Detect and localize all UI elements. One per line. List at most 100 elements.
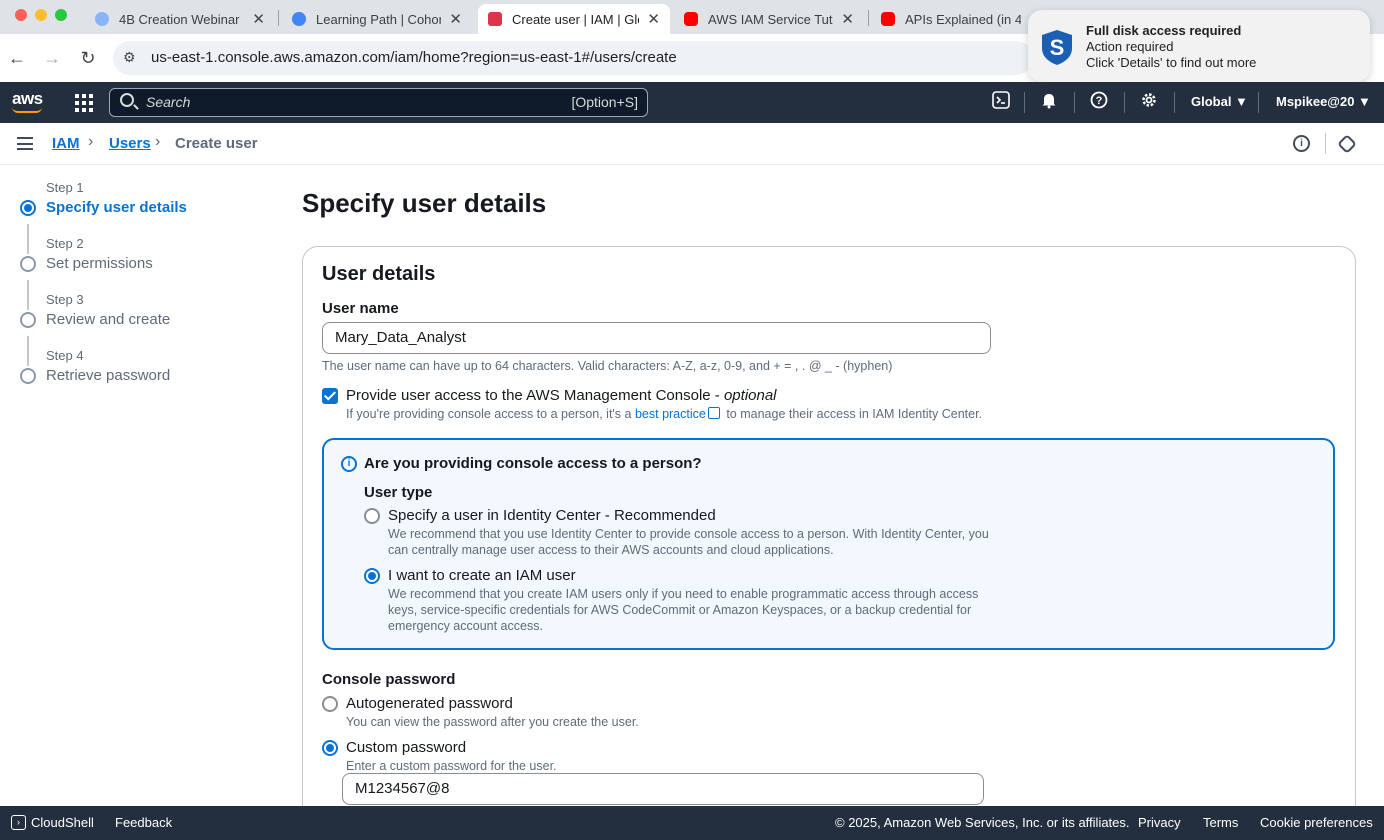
cloudshell-icon[interactable] [990, 91, 1012, 113]
cookie-preferences-link[interactable]: Cookie preferences [1260, 815, 1373, 830]
tab-close-icon[interactable]: ✕ [252, 10, 265, 28]
iam-user-desc: keys, service-specific credentials for A… [388, 603, 972, 617]
account-menu[interactable]: Mspikee@20 ▼ [1276, 94, 1371, 109]
identity-center-desc: can centrally manage user access to thei… [388, 543, 834, 557]
svg-text:?: ? [1096, 95, 1103, 107]
console-access-hint: If you're providing console access to a … [346, 407, 982, 421]
search-input[interactable]: Search [Option+S] [109, 88, 648, 117]
youtube-favicon-icon [881, 12, 895, 26]
window-zoom-button[interactable] [55, 9, 67, 21]
webinar-favicon-icon [95, 12, 109, 26]
step-label: Step 2 [46, 236, 84, 251]
step-3-title: Review and create [46, 311, 171, 328]
system-notification[interactable]: S Full disk access required Action requi… [1028, 10, 1370, 82]
custom-password-radio[interactable] [322, 740, 338, 756]
step-1-title[interactable]: Specify user details [46, 199, 187, 216]
svg-text:S: S [1050, 35, 1065, 60]
nav-divider [1124, 92, 1125, 113]
iam-user-radio[interactable] [364, 568, 380, 584]
iam-user-desc: emergency account access. [388, 619, 543, 633]
privacy-link[interactable]: Privacy [1138, 815, 1181, 830]
tab-label: Learning Path | Cohort [316, 11, 442, 27]
forward-arrow-icon[interactable]: → [40, 46, 64, 70]
terms-link[interactable]: Terms [1203, 815, 1238, 830]
console-footer: › CloudShell Feedback © 2025, Amazon Web… [0, 806, 1384, 840]
step-label: Step 3 [46, 292, 84, 307]
browser-tab[interactable]: AWS IAM Service Tuto ✕ [674, 4, 864, 34]
iam-user-desc: We recommend that you create IAM users o… [388, 587, 979, 601]
identity-center-radio[interactable] [364, 508, 380, 524]
external-link-icon[interactable] [707, 407, 720, 419]
url-text[interactable]: us-east-1.console.aws.amazon.com/iam/hom… [151, 49, 677, 66]
custom-password-label[interactable]: Custom password [346, 739, 466, 756]
browser-tab[interactable]: Learning Path | Cohort ✕ [282, 4, 472, 34]
nav-divider [1174, 92, 1175, 113]
iam-user-label[interactable]: I want to create an IAM user [388, 567, 576, 584]
breadcrumb-current: Create user [175, 135, 258, 152]
tab-close-icon[interactable]: ✕ [647, 10, 660, 28]
tab-close-icon[interactable]: ✕ [841, 10, 854, 28]
tab-label: AWS IAM Service Tuto [708, 11, 834, 27]
cloudshell-link[interactable]: CloudShell [31, 815, 94, 830]
browser-tab-active[interactable]: Create user | IAM | Glo ✕ [478, 4, 670, 34]
security-shield-icon: S [1042, 30, 1072, 65]
step-connector [27, 336, 29, 366]
hint-text: to manage their access in IAM Identity C… [726, 407, 983, 421]
step-connector [27, 224, 29, 254]
autogenerated-password-label[interactable]: Autogenerated password [346, 695, 513, 712]
breadcrumb-bar: IAM › Users › Create user i [0, 123, 1384, 165]
tab-label: Create user | IAM | Glo [512, 11, 640, 27]
chevron-right-icon: › [155, 133, 161, 150]
breadcrumb-iam[interactable]: IAM [52, 135, 80, 152]
page-title: Specify user details [302, 188, 547, 218]
custom-password-input[interactable]: M1234567@8 [342, 773, 984, 805]
browser-tab[interactable]: 4B Creation Webinar ✕ [85, 4, 275, 34]
search-shortcut: [Option+S] [571, 94, 638, 110]
nav-divider [1024, 92, 1025, 113]
step-indicator [20, 312, 36, 328]
feedback-link[interactable]: Feedback [115, 815, 172, 830]
identity-center-label[interactable]: Specify a user in Identity Center - Reco… [388, 507, 716, 524]
site-settings-icon[interactable]: ⚙ [123, 49, 136, 66]
notifications-panel-icon[interactable] [1337, 134, 1357, 154]
browser-tab[interactable]: APIs Explained (in 4 M [871, 4, 1031, 34]
cloudshell-icon[interactable]: › [11, 815, 26, 830]
aws-logo[interactable]: aws [12, 89, 43, 109]
best-practice-link[interactable]: best practice [635, 407, 706, 421]
nav-divider [1258, 92, 1259, 113]
address-bar[interactable]: ⚙ us-east-1.console.aws.amazon.com/iam/h… [113, 41, 1033, 75]
step-2-title: Set permissions [46, 255, 153, 272]
console-access-label: Provide user access to the AWS Managemen… [346, 387, 777, 404]
reload-icon[interactable]: ↻ [76, 46, 100, 70]
step-label: Step 1 [46, 180, 84, 195]
breadcrumb-users[interactable]: Users [109, 135, 151, 152]
username-input[interactable]: Mary_Data_Analyst [322, 322, 991, 354]
search-placeholder: Search [146, 94, 191, 110]
step-indicator [20, 256, 36, 272]
gear-icon[interactable] [1138, 91, 1160, 113]
tab-close-icon[interactable]: ✕ [449, 10, 462, 28]
autogenerated-password-desc: You can view the password after you crea… [346, 715, 639, 729]
info-icon[interactable]: i [1293, 135, 1310, 152]
tab-separator [278, 10, 279, 26]
region-selector[interactable]: Global ▼ [1191, 94, 1248, 109]
help-icon[interactable]: ? [1088, 91, 1110, 113]
back-arrow-icon[interactable]: ← [5, 46, 29, 70]
menu-icon[interactable] [17, 137, 33, 150]
services-grid-icon[interactable] [75, 94, 93, 112]
autogenerated-password-radio[interactable] [322, 696, 338, 712]
notification-title: Full disk access required [1086, 23, 1242, 38]
window-close-button[interactable] [15, 9, 27, 21]
username-label: User name [322, 300, 399, 317]
copyright-text: © 2025, Amazon Web Services, Inc. or its… [835, 815, 1130, 830]
learning-favicon-icon [292, 12, 306, 26]
console-access-label-text: Provide user access to the AWS Managemen… [346, 387, 720, 404]
search-icon [120, 93, 134, 107]
console-access-checkbox[interactable] [322, 388, 338, 404]
custom-password-desc: Enter a custom password for the user. [346, 759, 557, 773]
chevron-right-icon: › [88, 133, 94, 150]
bell-icon[interactable] [1038, 91, 1060, 113]
step-indicator [20, 368, 36, 384]
window-minimize-button[interactable] [35, 9, 47, 21]
aws-logo-smile [12, 107, 42, 113]
